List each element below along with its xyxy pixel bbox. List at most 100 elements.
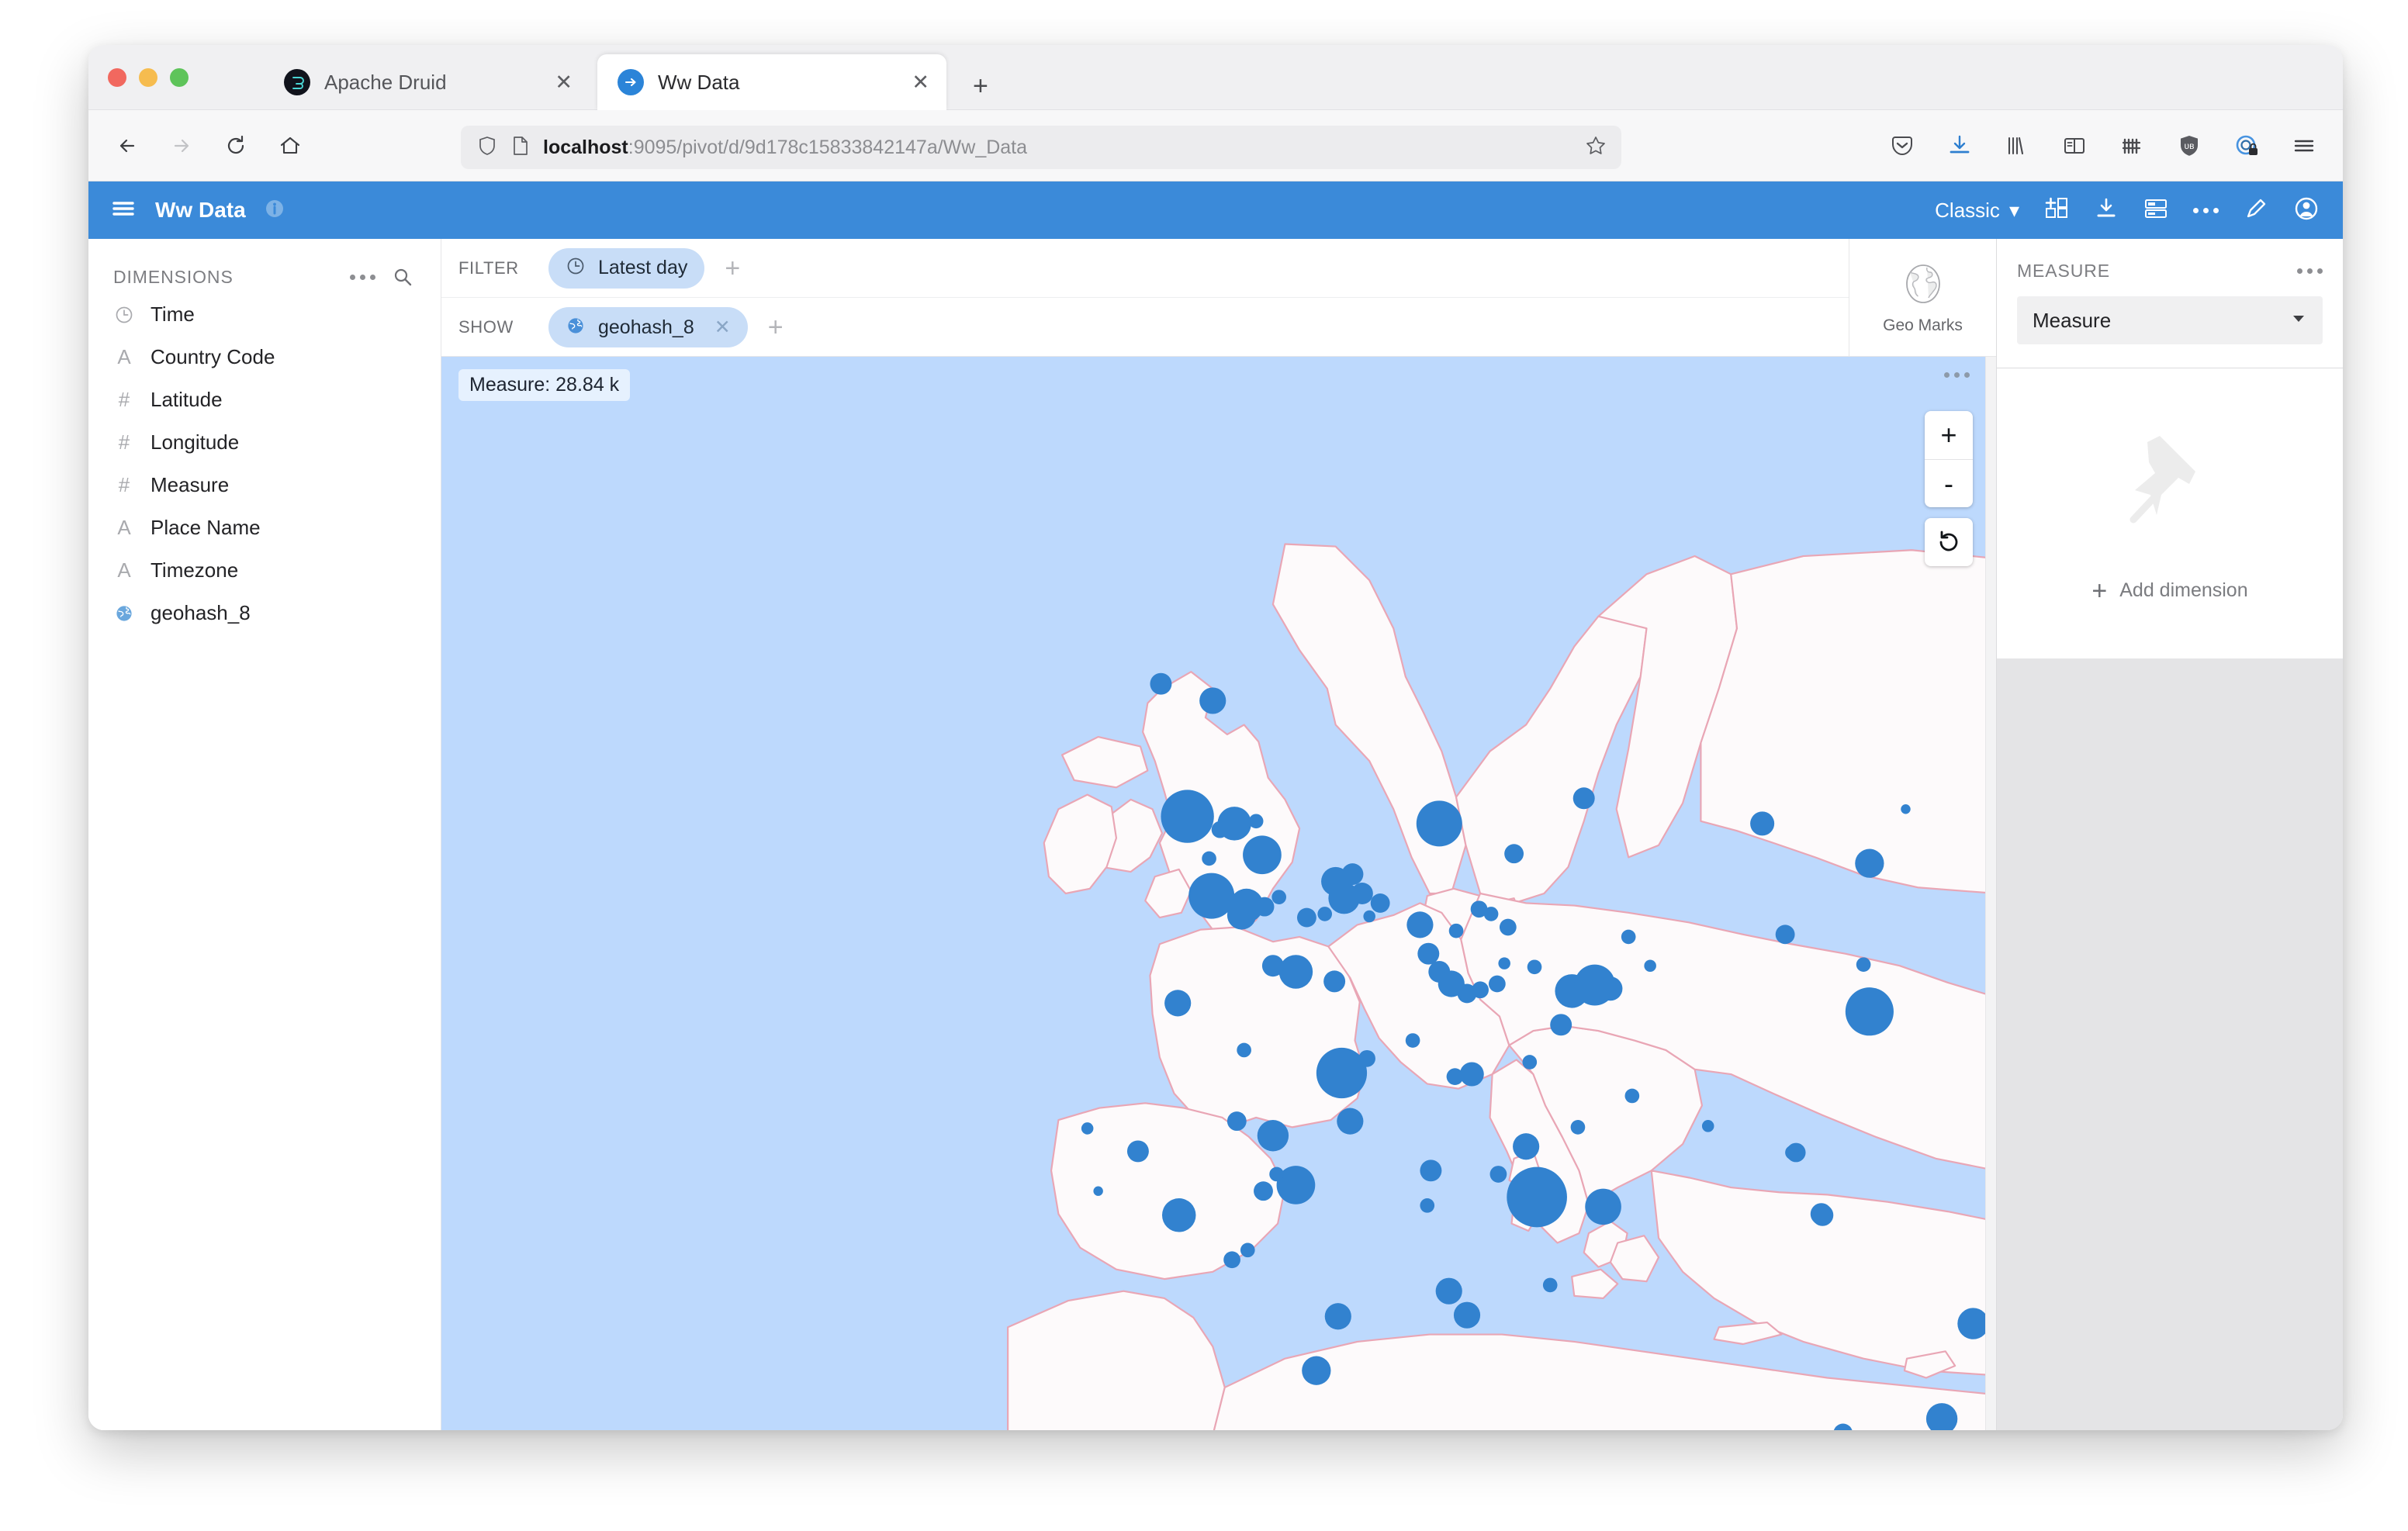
map-bubble[interactable] (1702, 1120, 1714, 1132)
map-bubble[interactable] (1243, 835, 1282, 874)
sidebar-icon[interactable] (2057, 129, 2091, 163)
map-bubble[interactable] (1527, 959, 1542, 974)
account-icon[interactable] (2293, 195, 2320, 226)
map-bubble[interactable] (1162, 1198, 1195, 1232)
browser-tab-ww-data[interactable]: Ww Data ✕ (597, 54, 946, 110)
maximize-window-button[interactable] (170, 68, 189, 87)
map-bubble[interactable] (1255, 897, 1275, 917)
map-bubble[interactable] (1341, 863, 1363, 885)
map-bubble[interactable] (1621, 930, 1636, 945)
more-icon[interactable] (2193, 208, 2219, 213)
map-bubble[interactable] (1199, 687, 1226, 714)
map-bubble[interactable] (1489, 976, 1506, 993)
map-bubble[interactable] (1325, 1303, 1351, 1329)
layout-icon[interactable] (2143, 196, 2168, 225)
add-filter-button[interactable]: + (725, 255, 740, 282)
browser-tab-apache-druid[interactable]: Apache Druid ✕ (264, 54, 590, 110)
map-bubble[interactable] (1490, 1166, 1507, 1183)
map-bubble[interactable] (1351, 883, 1373, 904)
close-tab-button[interactable]: ✕ (555, 72, 573, 93)
minimize-window-button[interactable] (139, 68, 157, 87)
map-bubble[interactable] (1337, 1108, 1363, 1135)
map-bubble[interactable] (1785, 1146, 1800, 1160)
map-bubble[interactable] (1500, 919, 1517, 936)
map-bubble[interactable] (1811, 1203, 1832, 1225)
map-bubble[interactable] (1957, 1308, 1988, 1339)
info-icon[interactable] (263, 197, 286, 224)
map-bubble[interactable] (1776, 924, 1795, 944)
map-reset-button[interactable] (1925, 518, 1973, 566)
geo-map[interactable]: Measure: 28.84 k + - (441, 357, 1996, 1430)
map-bubble[interactable] (1901, 804, 1910, 814)
geo-marks-button[interactable]: Geo Marks (1849, 239, 1996, 356)
map-bubble[interactable] (1237, 1043, 1251, 1058)
map-bubble[interactable] (1227, 1111, 1247, 1131)
map-bubble[interactable] (1262, 955, 1284, 976)
library-icon[interactable] (2000, 129, 2034, 163)
map-bubble[interactable] (1081, 1122, 1094, 1135)
map-more-icon[interactable] (1944, 372, 1970, 378)
url-text[interactable]: localhost:9095/pivot/d/9d178c15833842147… (543, 137, 1572, 159)
map-bubble[interactable] (1856, 957, 1871, 972)
map-bubble[interactable] (1750, 811, 1774, 835)
page-icon[interactable] (510, 135, 531, 161)
map-bubble[interactable] (1212, 821, 1229, 838)
add-tile-icon[interactable] (2044, 196, 2069, 225)
map-bubble[interactable] (1093, 1186, 1102, 1195)
filter-chip-latest-day[interactable]: Latest day (548, 248, 704, 289)
map-bubble[interactable] (1269, 1167, 1284, 1182)
map-bubble[interactable] (1573, 787, 1595, 809)
map-zoom-controls[interactable]: + - (1925, 411, 1973, 507)
close-window-button[interactable] (108, 68, 126, 87)
sidebar-item-measure[interactable]: #Measure (88, 464, 441, 506)
show-chip-geohash-8[interactable]: geohash_8 ✕ (548, 307, 748, 347)
map-bubble[interactable] (1644, 959, 1656, 972)
more-icon[interactable] (350, 275, 375, 280)
map-bubble[interactable] (1417, 943, 1439, 965)
map-bubble[interactable] (1323, 970, 1345, 992)
map-bubble[interactable] (1271, 890, 1286, 904)
map-bubble[interactable] (1846, 987, 1894, 1035)
map-bubble[interactable] (1472, 981, 1489, 998)
map-bubble[interactable] (1371, 893, 1390, 913)
map-bubble[interactable] (1358, 1050, 1375, 1067)
menu-icon[interactable] (2287, 129, 2321, 163)
map-bubble[interactable] (1550, 1014, 1572, 1035)
map-bubble[interactable] (1522, 1055, 1537, 1070)
map-scrollbar[interactable] (1985, 357, 1996, 1430)
map-bubble[interactable] (1279, 955, 1313, 988)
map-bubble[interactable] (1543, 1278, 1558, 1293)
map-bubble[interactable] (1447, 1068, 1464, 1085)
map-bubble[interactable] (1406, 911, 1433, 938)
sidebar-item-time[interactable]: Time (88, 293, 441, 336)
map-bubble[interactable] (1420, 1198, 1434, 1213)
map-bubble[interactable] (1585, 1189, 1621, 1225)
pocket-icon[interactable] (1885, 129, 1919, 163)
dimension-dropzone[interactable]: + Add dimension (1997, 368, 2343, 658)
map-bubble[interactable] (1150, 673, 1171, 695)
more-icon[interactable] (2297, 268, 2323, 274)
map-bubble[interactable] (1227, 900, 1256, 929)
map-bubble[interactable] (1513, 1133, 1539, 1159)
measure-select[interactable]: Measure (2017, 296, 2323, 344)
map-bubble[interactable] (1297, 908, 1316, 928)
map-bubble[interactable] (1504, 844, 1524, 863)
sidebar-item-longitude[interactable]: #Longitude (88, 421, 441, 464)
map-bubble[interactable] (1571, 1120, 1586, 1135)
url-bar[interactable]: localhost:9095/pivot/d/9d178c15833842147… (461, 126, 1621, 169)
containers-icon[interactable] (2115, 129, 2149, 163)
map-bubble[interactable] (1302, 1356, 1330, 1385)
close-tab-button[interactable]: ✕ (912, 72, 929, 93)
new-tab-button[interactable]: + (973, 73, 988, 99)
add-show-button[interactable]: + (768, 314, 784, 340)
privacy-lock-icon[interactable] (2230, 129, 2264, 163)
map-bubble[interactable] (1855, 849, 1884, 878)
zoom-out-button[interactable]: - (1925, 459, 1973, 507)
map-bubble[interactable] (1223, 1251, 1240, 1268)
edit-pencil-icon[interactable] (2244, 196, 2268, 225)
hamburger-menu-icon[interactable] (109, 194, 138, 227)
map-bubble[interactable] (1249, 814, 1264, 828)
map-bubble[interactable] (1161, 790, 1213, 842)
map-bubble[interactable] (1436, 1278, 1462, 1305)
map-bubble[interactable] (1507, 1167, 1567, 1228)
